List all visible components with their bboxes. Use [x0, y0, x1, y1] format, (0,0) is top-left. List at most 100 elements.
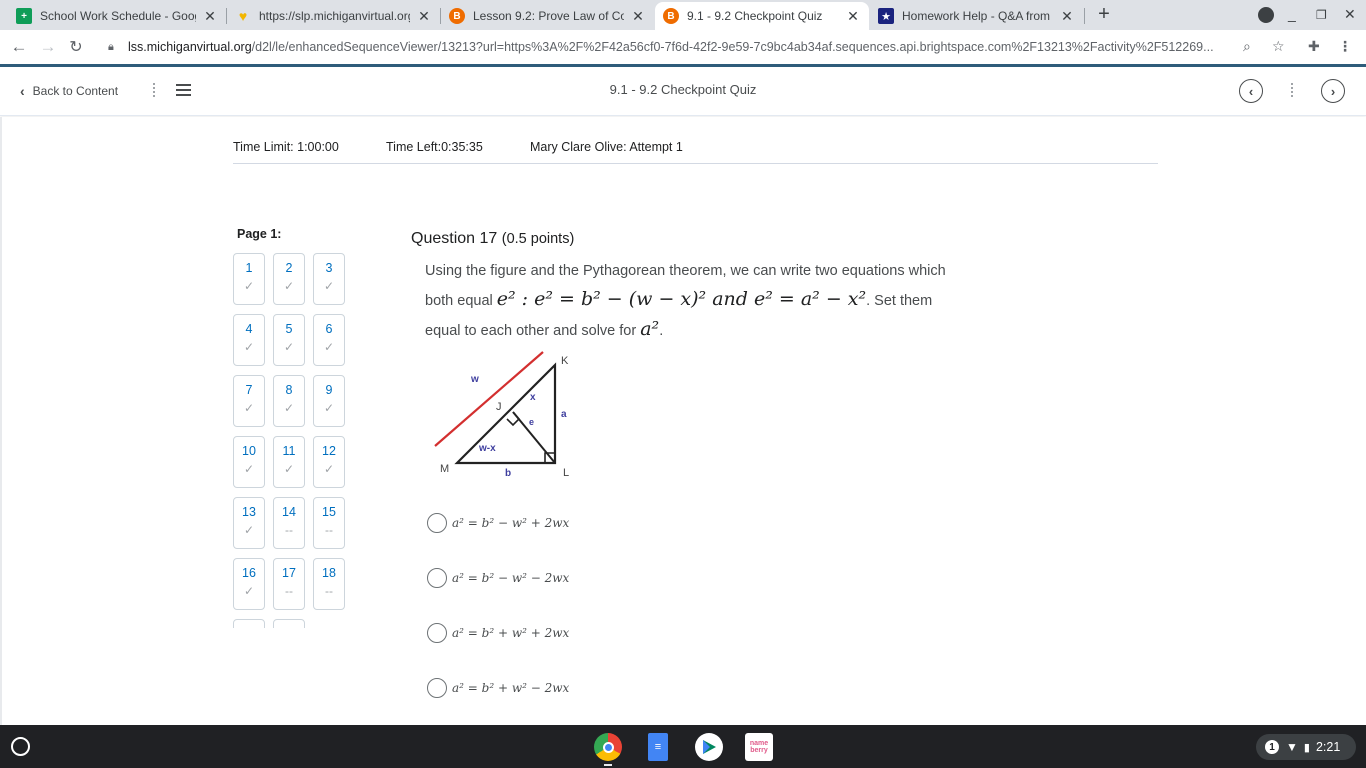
radio-button[interactable]	[427, 513, 447, 533]
question-nav-button[interactable]: 6 ✓	[313, 314, 345, 366]
minimize-icon[interactable]: _	[1288, 6, 1296, 22]
close-icon[interactable]: ✕	[630, 8, 646, 25]
question-nav-number: 2	[285, 261, 293, 275]
tab-slp[interactable]: ♥ https://slp.michiganvirtual.org/F ✕	[227, 2, 440, 30]
question-nav-number: 11	[282, 444, 296, 458]
question-points: (0.5 points)	[501, 231, 575, 247]
unanswered-mark: --	[325, 584, 333, 598]
next-activity-button[interactable]: ›	[1321, 79, 1345, 103]
launcher-icon[interactable]	[11, 737, 30, 756]
new-tab-icon[interactable]: +	[1094, 4, 1114, 24]
answer-option-2[interactable]: a² = b² − w² − 2wx	[427, 568, 569, 588]
question-nav-button[interactable]: 7 ✓	[233, 375, 265, 427]
lock-icon: 🔒︎	[108, 40, 114, 53]
question-nav-button[interactable]	[273, 619, 305, 628]
close-icon[interactable]: ✕	[416, 8, 432, 25]
bookmark-star-icon[interactable]: ☆	[1272, 38, 1285, 55]
triangle-figure: w K J x a e w-x M b L	[434, 351, 569, 479]
question-nav-button[interactable]: 18 --	[313, 558, 345, 610]
question-nav-button[interactable]: 1 ✓	[233, 253, 265, 305]
question-nav-button[interactable]: 13 ✓	[233, 497, 265, 549]
question-nav-button[interactable]: 16 ✓	[233, 558, 265, 610]
browser-toolbar: ← → ↻ 🔒︎ lss.michiganvirtual.org/d2l/le/…	[0, 30, 1366, 64]
tab-school-work-schedule[interactable]: + School Work Schedule - Google S ✕	[8, 2, 226, 30]
reload-icon[interactable]: ↻	[66, 37, 86, 57]
answer-option-3[interactable]: a² = b² + w² + 2wx	[427, 623, 569, 643]
answered-check-icon: ✓	[323, 401, 335, 415]
question-text-line: equal to each other and solve for a².	[425, 318, 664, 340]
label-l: L	[563, 467, 569, 479]
question-nav-button[interactable]: 12 ✓	[313, 436, 345, 488]
menu-kebab-icon[interactable]: ⋮	[1338, 38, 1352, 55]
status-tray[interactable]: 1 ▼ ▮ 2:21	[1256, 734, 1356, 760]
question-nav-number: 18	[322, 566, 336, 580]
clock: 2:21	[1315, 740, 1341, 754]
address-bar[interactable]: 🔒︎ lss.michiganvirtual.org/d2l/le/enhanc…	[100, 33, 1295, 61]
answered-check-icon: ✓	[243, 462, 255, 476]
question-nav-button[interactable]: 10 ✓	[233, 436, 265, 488]
divider-dots	[1290, 81, 1294, 101]
answered-check-icon: ✓	[283, 340, 295, 354]
question-nav-button[interactable]: 9 ✓	[313, 375, 345, 427]
close-window-icon[interactable]: ✕	[1344, 6, 1356, 23]
tab-lesson-9-2[interactable]: B Lesson 9.2: Prove Law of Cosine ✕	[441, 2, 654, 30]
label-k: K	[561, 355, 569, 367]
question-nav-button[interactable]: 11 ✓	[273, 436, 305, 488]
close-icon[interactable]: ✕	[202, 8, 218, 25]
question-nav-number: 12	[322, 444, 336, 458]
brightspace-icon: B	[663, 8, 679, 24]
question-nav-button[interactable]	[233, 619, 265, 628]
answer-option-1[interactable]: a² = b² − w² + 2wx	[427, 513, 569, 533]
tab-title: 9.1 - 9.2 Checkpoint Quiz	[687, 9, 823, 23]
label-w: w	[470, 374, 479, 385]
unanswered-mark: --	[285, 584, 293, 598]
battery-icon: ▮	[1303, 741, 1310, 754]
question-nav-button[interactable]: 8 ✓	[273, 375, 305, 427]
tab-checkpoint-quiz[interactable]: B 9.1 - 9.2 Checkpoint Quiz ✕	[655, 2, 869, 30]
radio-button[interactable]	[427, 568, 447, 588]
tab-strip: + School Work Schedule - Google S ✕ ♥ ht…	[0, 0, 1366, 30]
close-icon[interactable]: ✕	[1059, 8, 1075, 25]
nameberry-icon[interactable]: name berry	[745, 733, 773, 761]
answer-option-4[interactable]: a² = b² + w² − 2wx	[427, 678, 569, 698]
question-nav-button[interactable]: 3 ✓	[313, 253, 345, 305]
play-triangle	[703, 740, 716, 754]
zoom-icon[interactable]: ⌕	[1243, 38, 1251, 55]
question-nav-button[interactable]: 2 ✓	[273, 253, 305, 305]
question-nav-number: 3	[325, 261, 333, 275]
extensions-icon[interactable]: ✚	[1308, 38, 1320, 55]
tab-title: Homework Help - Q&A from Onlin	[902, 9, 1053, 23]
question-title: Question 17 (0.5 points)	[411, 230, 574, 248]
tab-search-icon[interactable]	[1258, 7, 1274, 23]
question-nav-number: 5	[285, 322, 293, 336]
docs-icon[interactable]: ≡	[648, 733, 668, 761]
tab-homework-help[interactable]: ★ Homework Help - Q&A from Onlin ✕	[870, 2, 1083, 30]
back-arrow-icon[interactable]: ←	[9, 37, 29, 57]
answered-check-icon: ✓	[323, 462, 335, 476]
question-nav-number: 4	[245, 322, 253, 336]
tab-title: Lesson 9.2: Prove Law of Cosine	[473, 9, 624, 23]
close-icon[interactable]: ✕	[845, 8, 861, 25]
forward-arrow-icon[interactable]: →	[38, 37, 58, 57]
previous-activity-button[interactable]: ‹	[1239, 79, 1263, 103]
question-nav-number: 15	[322, 505, 336, 519]
question-nav-number: 17	[282, 566, 296, 580]
radio-button[interactable]	[427, 678, 447, 698]
url-text: lss.michiganvirtual.org/d2l/le/enhancedS…	[128, 40, 1214, 54]
sheets-icon: +	[16, 8, 32, 24]
radio-button[interactable]	[427, 623, 447, 643]
restore-icon[interactable]: ❐	[1316, 8, 1327, 22]
play-store-icon[interactable]	[695, 733, 723, 761]
question-nav-button[interactable]: 5 ✓	[273, 314, 305, 366]
chrome-icon[interactable]	[594, 733, 622, 761]
question-nav-button[interactable]: 15 --	[313, 497, 345, 549]
question-nav-button[interactable]: 14 --	[273, 497, 305, 549]
answered-check-icon: ✓	[283, 279, 295, 293]
question-nav-button[interactable]: 4 ✓	[233, 314, 265, 366]
label-x: x	[530, 392, 536, 403]
quiz-content: Time Limit: 1:00:00 Time Left:0:35:35 Ma…	[0, 117, 1366, 725]
question-text-line: Using the figure and the Pythagorean the…	[425, 263, 946, 279]
question-nav-button[interactable]: 17 --	[273, 558, 305, 610]
question-nav-number: 1	[245, 261, 253, 275]
question-nav-number: 6	[325, 322, 333, 336]
